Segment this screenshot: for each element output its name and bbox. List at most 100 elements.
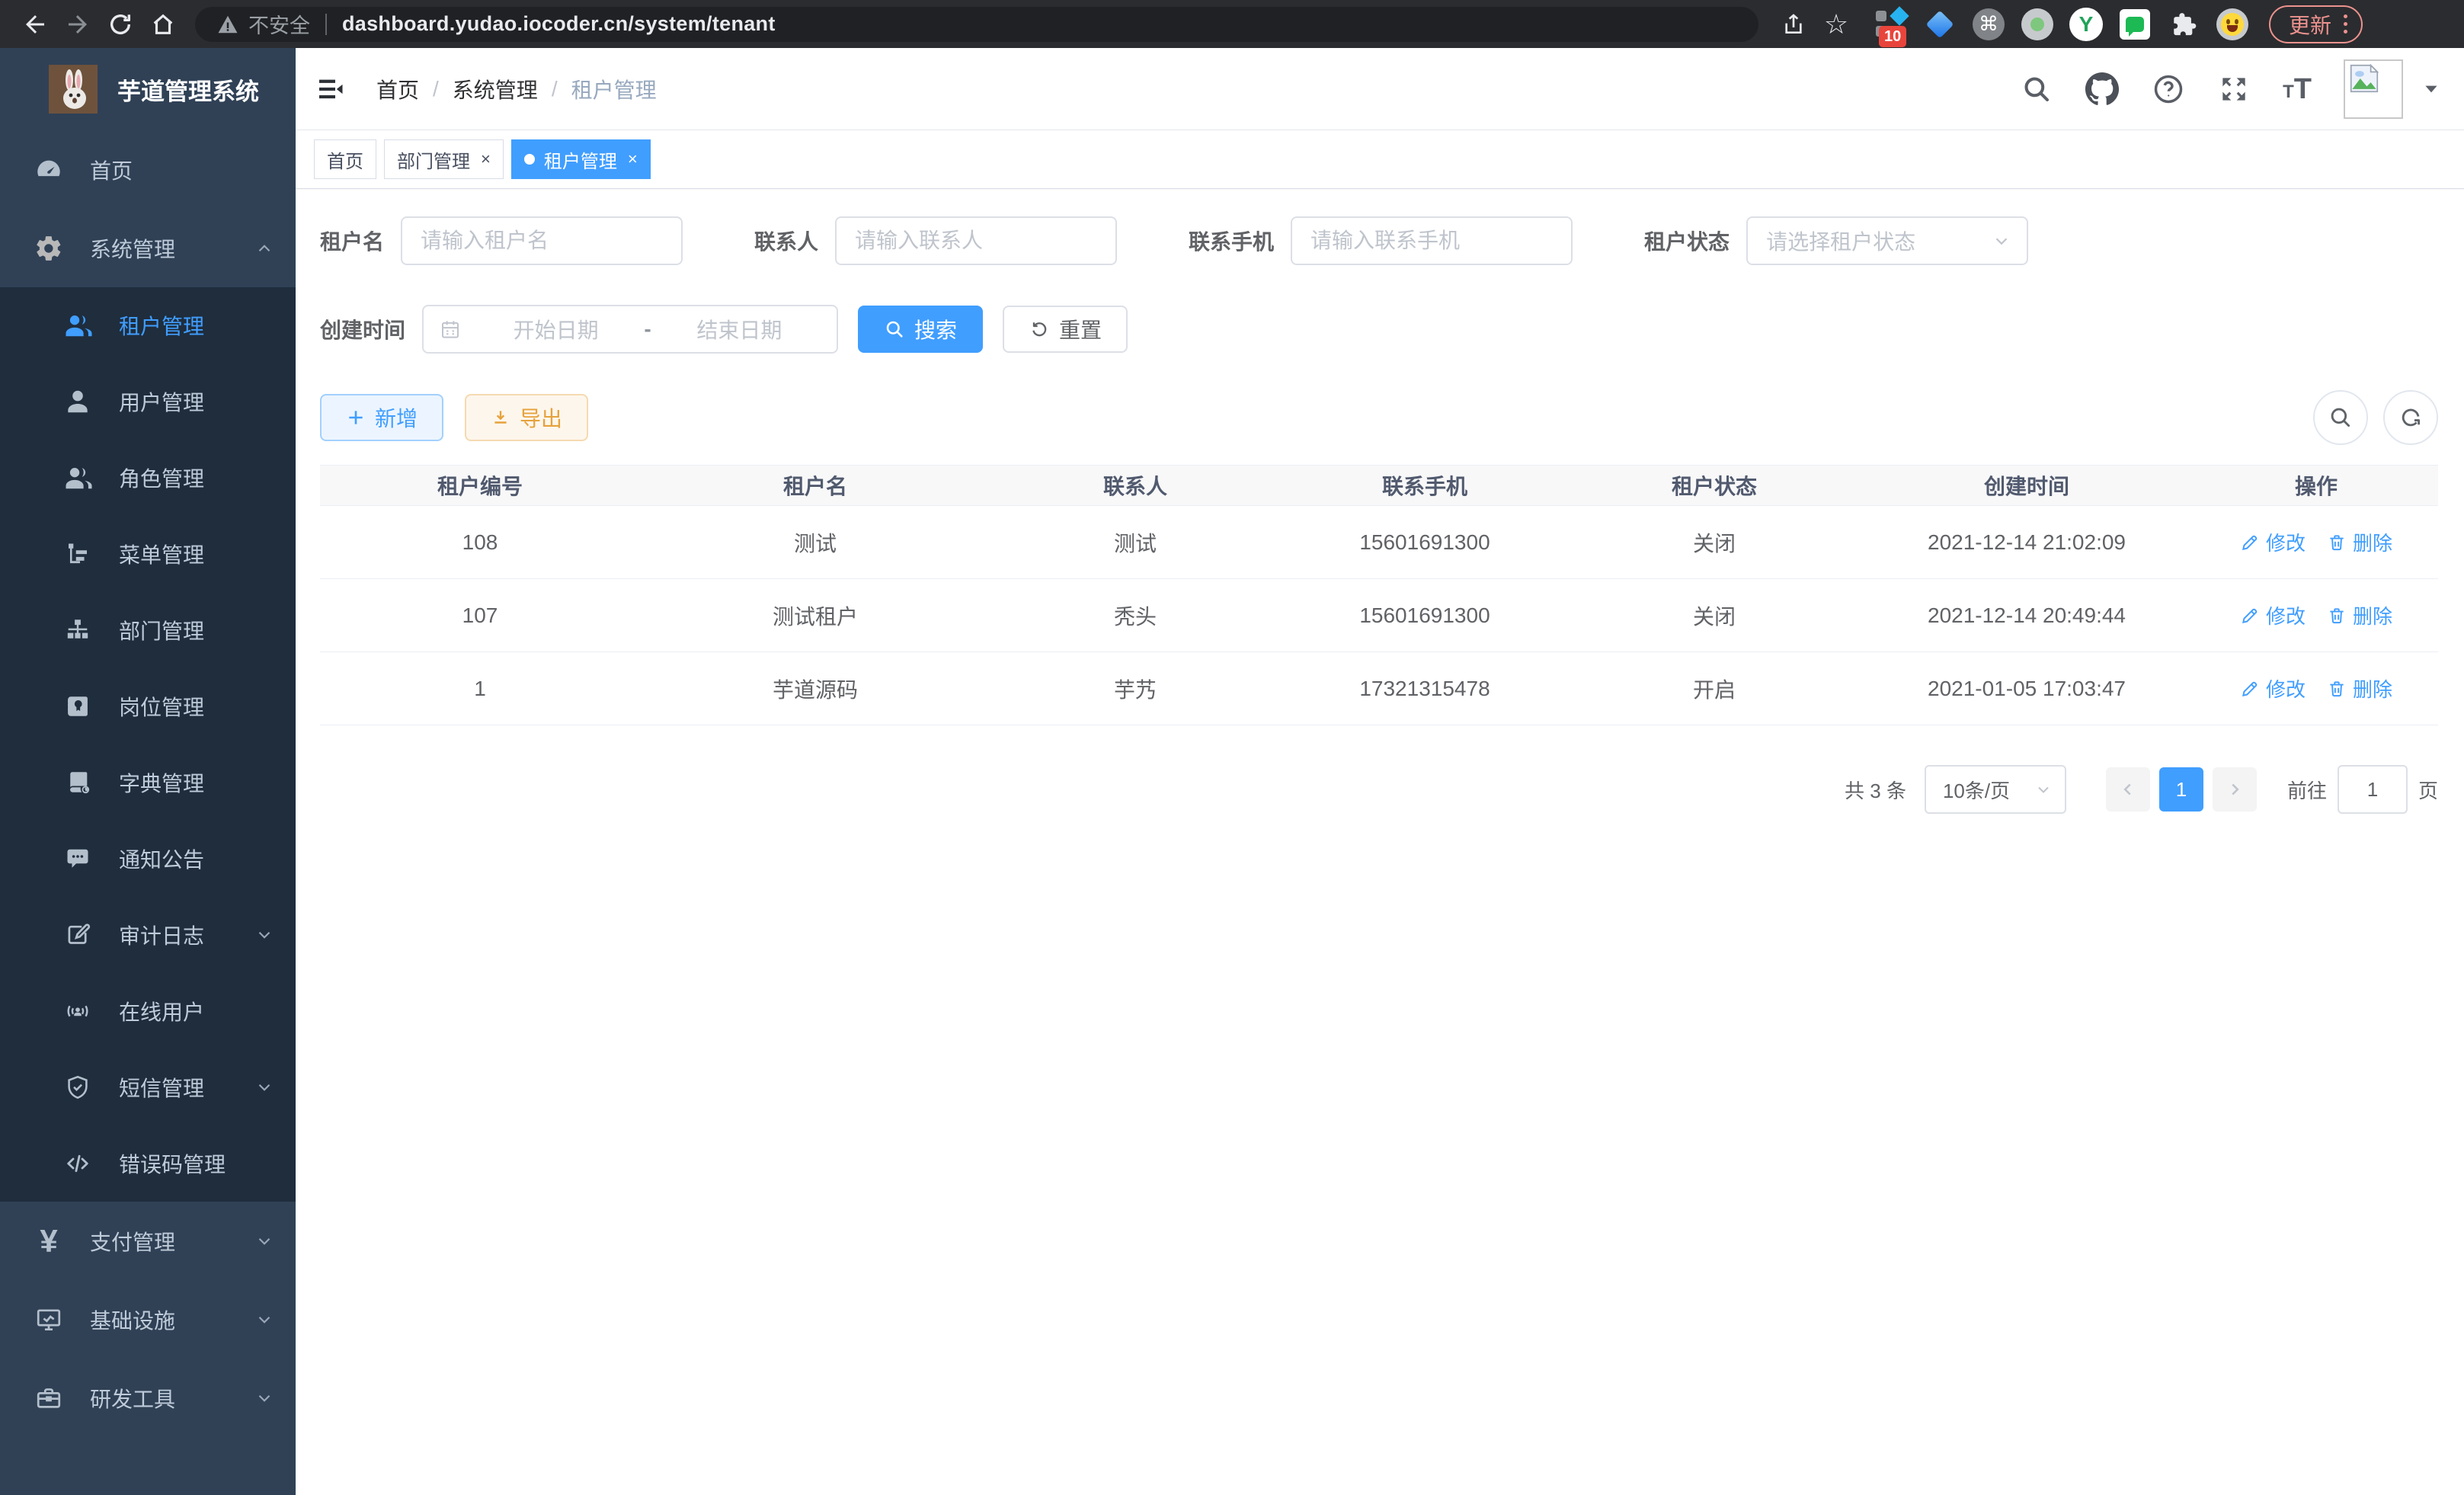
table-header-row: 租户编号 租户名 联系人 联系手机 租户状态 创建时间 操作 [320, 465, 2438, 506]
sidebar-collapse-icon[interactable] [314, 72, 347, 106]
search-button[interactable]: 搜索 [858, 306, 983, 353]
sidebar-item-pay[interactable]: ¥ 支付管理 [0, 1202, 296, 1280]
delete-link[interactable]: 删除 [2327, 601, 2392, 629]
tab-close-icon[interactable]: × [481, 151, 491, 168]
reload-icon[interactable] [102, 6, 139, 43]
search-icon[interactable] [2021, 73, 2053, 105]
edit-link[interactable]: 修改 [2240, 528, 2306, 556]
sidebar-item-post[interactable]: 岗位管理 [0, 668, 296, 744]
tab-dept[interactable]: 部门管理 × [384, 139, 504, 179]
font-size-icon[interactable]: TT [2283, 75, 2312, 104]
extension-record-icon[interactable] [2021, 8, 2054, 41]
next-page-button[interactable] [2213, 767, 2257, 812]
profile-avatar-icon[interactable] [2216, 8, 2249, 41]
tab-close-icon[interactable]: × [628, 151, 638, 168]
extensions-puzzle-icon[interactable] [2167, 8, 2200, 41]
sidebar-item-dict[interactable]: 字典管理 [0, 744, 296, 821]
tab-label: 租户管理 [544, 146, 617, 173]
sidebar-item-role[interactable]: 角色管理 [0, 440, 296, 516]
add-button-label: 新增 [375, 402, 418, 433]
sidebar-item-tenant[interactable]: 租户管理 [0, 287, 296, 363]
sidebar-item-infra[interactable]: 基础设施 [0, 1280, 296, 1359]
address-bar[interactable]: 不安全 dashboard.yudao.iocoder.cn/system/te… [195, 7, 1758, 42]
extension-chat-icon[interactable] [2118, 8, 2152, 41]
delete-link[interactable]: 删除 [2327, 528, 2392, 556]
add-button[interactable]: 新增 [320, 394, 443, 441]
end-date-placeholder[interactable]: 结束日期 [658, 314, 821, 344]
trash-icon [2327, 679, 2347, 699]
url-text[interactable]: dashboard.yudao.iocoder.cn/system/tenant [342, 12, 776, 36]
user-icon [62, 386, 93, 417]
forward-icon[interactable] [59, 6, 96, 43]
extension-grid-icon[interactable]: 10 [1874, 8, 1908, 41]
extensions-row: 10 ⌘ Y [1874, 8, 2249, 41]
sidebar-item-label: 基础设施 [90, 1305, 175, 1335]
page-number-button[interactable]: 1 [2159, 767, 2203, 812]
sidebar-logo[interactable]: 芋道管理系统 [0, 48, 296, 130]
url-divider [325, 14, 327, 35]
edit-link-label: 修改 [2266, 674, 2306, 703]
export-button[interactable]: 导出 [465, 394, 588, 441]
status-select[interactable]: 请选择租户状态 [1746, 216, 2028, 265]
cell-mobile: 17321315478 [1280, 677, 1570, 701]
extension-badge: 10 [1879, 26, 1906, 47]
sidebar-item-notice[interactable]: 通知公告 [0, 821, 296, 897]
cell-tenant-id: 108 [320, 530, 640, 555]
goto-page-input[interactable] [2338, 765, 2408, 814]
cell-contact: 秃头 [990, 600, 1280, 631]
chevron-down-icon [254, 1388, 274, 1408]
mobile-input[interactable] [1291, 216, 1573, 265]
start-date-placeholder[interactable]: 开始日期 [474, 314, 638, 344]
sidebar-item-user[interactable]: 用户管理 [0, 363, 296, 440]
share-icon[interactable] [1775, 6, 1812, 43]
breadcrumb-home[interactable]: 首页 [376, 74, 419, 104]
chrome-update-button[interactable]: 更新 [2269, 5, 2363, 43]
show-search-icon[interactable] [2313, 390, 2368, 445]
cell-status: 开启 [1570, 674, 1859, 704]
sidebar-item-label: 支付管理 [90, 1226, 175, 1257]
delete-link[interactable]: 删除 [2327, 674, 2392, 703]
back-icon[interactable] [17, 6, 53, 43]
cell-tenant-name: 芋道源码 [640, 674, 990, 704]
browser-menu-icon[interactable] [2344, 14, 2347, 34]
tenant-name-input[interactable] [401, 216, 683, 265]
table-tools [2313, 390, 2438, 445]
sidebar-item-error-code[interactable]: 错误码管理 [0, 1125, 296, 1202]
not-secure-warning-icon[interactable] [216, 13, 239, 36]
tab-home[interactable]: 首页 [314, 139, 376, 179]
sidebar-item-dept[interactable]: 部门管理 [0, 592, 296, 668]
page-size-select[interactable]: 10条/页 [1925, 765, 2066, 814]
extension-y-icon[interactable]: Y [2069, 8, 2103, 41]
breadcrumb-separator: / [552, 77, 558, 101]
refresh-table-icon[interactable] [2383, 390, 2438, 445]
sidebar-item-home[interactable]: 首页 [0, 130, 296, 209]
col-header: 联系手机 [1280, 470, 1570, 501]
user-avatar[interactable] [2344, 59, 2441, 119]
edit-link[interactable]: 修改 [2240, 601, 2306, 629]
sidebar-item-menu-mgmt[interactable]: 菜单管理 [0, 516, 296, 592]
bookmark-star-icon[interactable]: ☆ [1818, 6, 1854, 43]
extension-command-icon[interactable]: ⌘ [1972, 8, 2005, 41]
chat-bubble-icon [62, 844, 93, 874]
fullscreen-icon[interactable] [2217, 72, 2251, 106]
date-range-picker[interactable]: 开始日期 - 结束日期 [422, 305, 838, 354]
edit-link[interactable]: 修改 [2240, 674, 2306, 703]
sidebar-item-online-users[interactable]: 在线用户 [0, 973, 296, 1049]
contact-input[interactable] [835, 216, 1117, 265]
security-label[interactable]: 不安全 [248, 9, 310, 39]
tab-tenant[interactable]: 租户管理 × [511, 139, 651, 179]
sidebar-item-sms[interactable]: 短信管理 [0, 1049, 296, 1125]
prev-page-button[interactable] [2106, 767, 2150, 812]
caret-down-icon[interactable] [2421, 79, 2441, 99]
home-icon[interactable] [145, 6, 181, 43]
trash-icon [2327, 533, 2347, 552]
sidebar-item-dev-tools[interactable]: 研发工具 [0, 1359, 296, 1437]
help-icon[interactable] [2152, 72, 2185, 106]
extension-kite-icon[interactable] [1923, 8, 1957, 41]
breadcrumb-system[interactable]: 系统管理 [453, 74, 538, 104]
reset-button[interactable]: 重置 [1003, 306, 1128, 353]
github-icon[interactable] [2085, 72, 2120, 107]
sidebar-item-system[interactable]: 系统管理 [0, 209, 296, 287]
sidebar-item-audit-log[interactable]: 审计日志 [0, 897, 296, 973]
pagination: 共 3 条 10条/页 1 前往 页 [320, 765, 2438, 814]
